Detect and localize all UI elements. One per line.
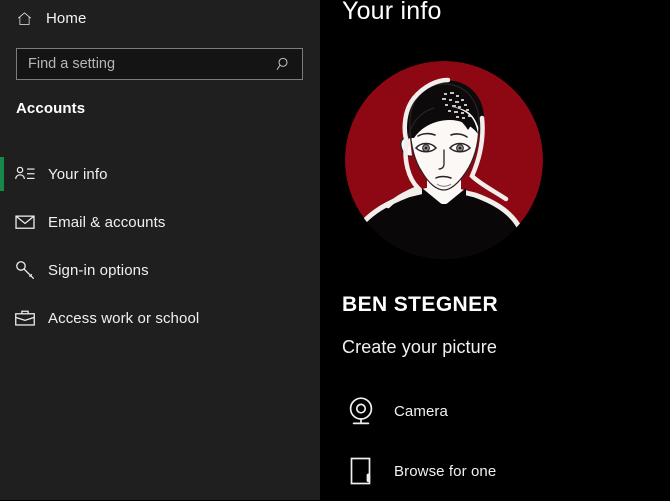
search-box[interactable]: [16, 48, 303, 80]
user-card-icon: [14, 163, 36, 185]
avatar[interactable]: [344, 60, 544, 260]
search-input[interactable]: [17, 49, 276, 79]
browse-action[interactable]: Browse for one: [320, 441, 670, 501]
section-title: Accounts: [16, 100, 85, 117]
sidebar-nav: Your info Email & accounts Sign-in optio…: [0, 150, 320, 342]
envelope-icon: [14, 211, 36, 233]
action-label: Camera: [394, 403, 448, 420]
key-icon: [14, 259, 36, 281]
settings-window: Home Accounts Your info: [0, 0, 670, 500]
home-link[interactable]: Home: [16, 5, 86, 31]
create-picture-title: Create your picture: [342, 337, 497, 358]
sidebar-item-your-info[interactable]: Your info: [0, 150, 320, 198]
home-icon: [16, 10, 33, 27]
sidebar-item-label: Access work or school: [48, 310, 199, 327]
home-label: Home: [46, 11, 86, 26]
sidebar-item-label: Your info: [48, 166, 108, 183]
selection-accent-bar: [0, 253, 4, 287]
file-icon: [344, 454, 378, 488]
main-panel: Your info: [320, 0, 670, 500]
search-icon[interactable]: [276, 56, 292, 72]
user-name: BEN STEGNER: [342, 293, 498, 317]
selection-accent-bar: [0, 157, 4, 191]
selection-accent-bar: [0, 205, 4, 239]
sidebar-item-label: Sign-in options: [48, 262, 149, 279]
sidebar-item-access-work-school[interactable]: Access work or school: [0, 294, 320, 342]
page-title: Your info: [342, 0, 442, 26]
camera-action[interactable]: Camera: [320, 381, 670, 441]
sidebar-item-email-accounts[interactable]: Email & accounts: [0, 198, 320, 246]
camera-icon: [344, 394, 378, 428]
sidebar-item-label: Email & accounts: [48, 214, 165, 231]
sidebar-item-signin-options[interactable]: Sign-in options: [0, 246, 320, 294]
profile-picture-image: [344, 60, 544, 260]
create-picture-actions: Camera Browse for one: [320, 381, 670, 501]
selection-accent-bar: [0, 301, 4, 335]
settings-sidebar: Home Accounts Your info: [0, 0, 320, 500]
action-label: Browse for one: [394, 463, 496, 480]
briefcase-icon: [14, 307, 36, 329]
